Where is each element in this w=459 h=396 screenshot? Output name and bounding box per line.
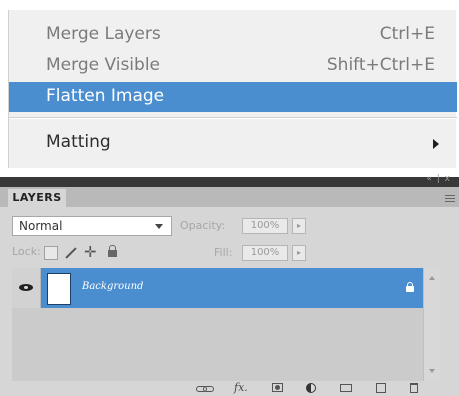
panel-menu-icon[interactable]: [445, 188, 455, 201]
blend-mode-select[interactable]: Normal: [12, 216, 172, 236]
menu-item-matting[interactable]: Matting: [9, 128, 457, 158]
lock-all-icon[interactable]: [108, 245, 117, 257]
panel-tab-row: LAYERS: [0, 187, 459, 207]
fx-icon[interactable]: fx.: [234, 381, 248, 394]
adjustment-layer-icon[interactable]: [306, 383, 316, 393]
panel-title-bar: « | x: [0, 174, 459, 187]
menu-item-shortcut: Shift+Ctrl+E: [326, 55, 435, 75]
double-chevron-collapse-icon[interactable]: « | x: [426, 174, 451, 184]
layers-toolbar: fx.: [0, 381, 459, 396]
layers-list: Background: [12, 268, 440, 381]
scroll-down-icon[interactable]: [429, 369, 435, 373]
menu-item-label: Merge Layers: [46, 24, 161, 44]
scroll-up-icon[interactable]: [429, 276, 435, 280]
menu-item-label: Merge Visible: [46, 55, 161, 75]
layer-row-background[interactable]: Background: [12, 268, 440, 308]
eye-icon: [19, 284, 33, 291]
delete-layer-icon[interactable]: [410, 383, 418, 393]
layers-scrollbar[interactable]: [423, 268, 440, 381]
layer-thumbnail: [47, 273, 71, 305]
menu-item-merge-visible[interactable]: Merge Visible Shift+Ctrl+E: [9, 51, 457, 81]
menu-item-merge-layers[interactable]: Merge Layers Ctrl+E: [9, 20, 457, 50]
opacity-field[interactable]: 100%: [242, 218, 288, 234]
fill-field[interactable]: 100%: [242, 245, 288, 261]
opacity-label: Opacity:: [180, 219, 226, 232]
lock-row: Lock: ✛: [12, 245, 212, 263]
link-layers-icon[interactable]: [196, 383, 214, 393]
new-group-icon[interactable]: [340, 384, 352, 392]
visibility-toggle[interactable]: [12, 268, 41, 308]
layer-mask-icon[interactable]: [272, 383, 283, 392]
menu-item-label: Matting: [46, 132, 111, 152]
lock-label: Lock:: [12, 245, 41, 258]
lock-image-pixels-icon[interactable]: [65, 247, 77, 259]
layer-name: Background: [82, 281, 144, 292]
new-layer-icon[interactable]: [376, 383, 386, 393]
layers-panel: « | x LAYERS Normal Opacity: 100% ▸ Lock…: [0, 174, 459, 396]
lock-transparent-pixels-icon[interactable]: [44, 246, 58, 260]
menu-item-flatten-image[interactable]: Flatten Image: [9, 82, 457, 112]
lock-position-icon[interactable]: ✛: [84, 245, 97, 260]
menu-item-shortcut: Ctrl+E: [379, 24, 435, 44]
menu-item-label: Flatten Image: [46, 86, 165, 106]
fill-label: Fill:: [214, 246, 233, 259]
lock-icon: [406, 282, 414, 292]
blend-mode-value: Normal: [19, 219, 63, 233]
fill-slider-button[interactable]: ▸: [292, 245, 306, 261]
tab-layers[interactable]: LAYERS: [8, 189, 66, 207]
layer-context-menu: Merge Layers Ctrl+E Merge Visible Shift+…: [8, 10, 457, 168]
chevron-down-icon: [155, 224, 163, 229]
menu-separator: [9, 117, 457, 119]
submenu-arrow-icon: [433, 139, 439, 149]
opacity-slider-button[interactable]: ▸: [292, 218, 306, 234]
